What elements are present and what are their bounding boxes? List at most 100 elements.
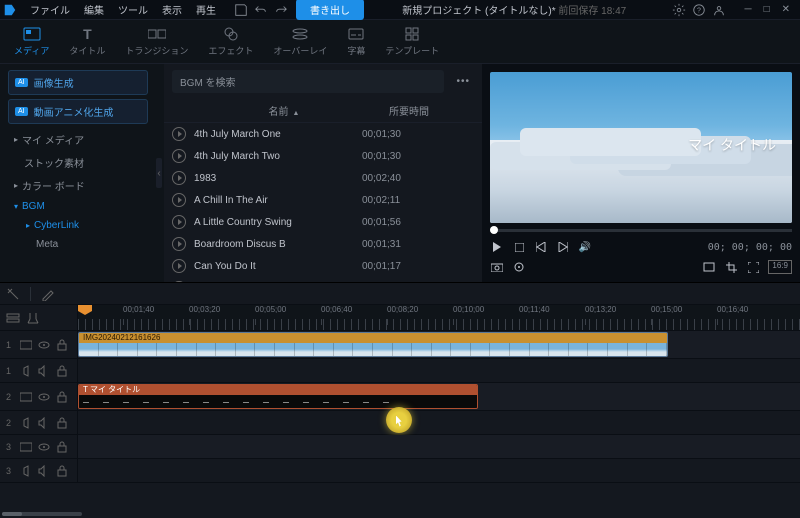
- menu-tool[interactable]: ツール: [112, 0, 154, 20]
- tab-media[interactable]: メディア: [8, 24, 55, 59]
- preview-scrubber[interactable]: [490, 229, 792, 232]
- clip-body: [79, 395, 477, 409]
- column-name[interactable]: 名前▲: [194, 103, 374, 118]
- tab-overlay[interactable]: オーバーレイ: [267, 24, 333, 59]
- account-icon[interactable]: [712, 3, 726, 17]
- volume-icon[interactable]: 🔊: [578, 240, 592, 254]
- export-button[interactable]: 書き出し: [296, 0, 364, 20]
- stop-button[interactable]: [512, 240, 526, 254]
- split-tool-icon[interactable]: [6, 287, 20, 301]
- redo-icon[interactable]: [274, 3, 288, 17]
- tab-subtitle[interactable]: 字幕: [341, 24, 371, 59]
- sidebar-item-stock[interactable]: ストック素材: [8, 151, 148, 174]
- video-clip[interactable]: IMG20240212161626: [78, 332, 668, 357]
- mute-icon[interactable]: [38, 365, 50, 377]
- more-options-button[interactable]: •••: [452, 76, 474, 87]
- track-body-1-audio[interactable]: [78, 359, 800, 382]
- play-icon[interactable]: [172, 237, 186, 251]
- search-input[interactable]: BGM を検索: [172, 70, 444, 93]
- sidebar-item-bgm[interactable]: ▾BGM: [8, 197, 148, 216]
- column-duration[interactable]: 所要時間: [374, 103, 444, 118]
- aspect-ratio-button[interactable]: 16:9: [768, 260, 792, 274]
- mute-icon[interactable]: [38, 465, 50, 477]
- track-head-1-video[interactable]: 1: [0, 331, 78, 358]
- menu-play[interactable]: 再生: [190, 0, 222, 20]
- list-item[interactable]: 198300;02;40: [164, 167, 482, 189]
- prev-frame-button[interactable]: [534, 240, 548, 254]
- lock-icon[interactable]: [56, 339, 68, 351]
- sidebar-item-cyberlink[interactable]: ▸CyberLink: [8, 216, 148, 235]
- play-button[interactable]: [490, 240, 504, 254]
- maximize-button[interactable]: □: [764, 4, 770, 15]
- track-body-3-video[interactable]: [78, 435, 800, 458]
- track-head-2-video[interactable]: 2: [0, 383, 78, 410]
- menu-edit[interactable]: 編集: [78, 0, 110, 20]
- snap-icon[interactable]: [26, 311, 40, 325]
- sidebar-item-my-media[interactable]: ▸マイ メディア: [8, 128, 148, 151]
- list-item[interactable]: A Chill In The Air00;02;11: [164, 189, 482, 211]
- next-frame-button[interactable]: [556, 240, 570, 254]
- preview-viewport[interactable]: マイ タイトル: [490, 72, 792, 223]
- menu-view[interactable]: 表示: [156, 0, 188, 20]
- visibility-icon[interactable]: [38, 339, 50, 351]
- ruler-mark: 00;15;00: [651, 305, 682, 314]
- sidebar-item-meta[interactable]: Meta: [8, 235, 148, 254]
- list-item[interactable]: Boardroom Discus B00;01;31: [164, 233, 482, 255]
- lock-icon[interactable]: [56, 417, 68, 429]
- minimize-button[interactable]: ─: [744, 4, 751, 15]
- play-icon[interactable]: [172, 127, 186, 141]
- fullscreen-icon[interactable]: [746, 260, 760, 274]
- cursor-highlight: [386, 407, 412, 433]
- list-item[interactable]: A Little Country Swing00;01;56: [164, 211, 482, 233]
- list-item[interactable]: Can You Do It00;01;17: [164, 255, 482, 277]
- mute-icon[interactable]: [38, 417, 50, 429]
- lock-icon[interactable]: [56, 441, 68, 453]
- lock-icon[interactable]: [56, 465, 68, 477]
- list-item[interactable]: 4th July March One00;01;30: [164, 123, 482, 145]
- play-icon[interactable]: [172, 193, 186, 207]
- fit-icon[interactable]: [702, 260, 716, 274]
- browser-list[interactable]: 4th July March One00;01;304th July March…: [164, 123, 482, 282]
- track-head-2-audio[interactable]: 2: [0, 411, 78, 434]
- lock-icon[interactable]: [56, 391, 68, 403]
- tab-title[interactable]: T タイトル: [63, 24, 111, 59]
- track-head-3-video[interactable]: 3: [0, 435, 78, 458]
- visibility-icon[interactable]: [38, 441, 50, 453]
- menu-file[interactable]: ファイル: [24, 0, 76, 20]
- play-icon[interactable]: [172, 171, 186, 185]
- list-item[interactable]: 4th July March Two00;01;30: [164, 145, 482, 167]
- play-icon[interactable]: [172, 281, 186, 282]
- tab-effect[interactable]: エフェクト: [202, 24, 259, 59]
- timeline-h-scrollbar[interactable]: [2, 512, 82, 516]
- tab-template[interactable]: テンプレート: [379, 24, 445, 59]
- track-head-3-audio[interactable]: 3: [0, 459, 78, 482]
- track-body-3-audio[interactable]: [78, 459, 800, 482]
- tab-transition[interactable]: トランジション: [119, 24, 194, 59]
- sidebar-item-colorboard[interactable]: ▸カラー ボード: [8, 174, 148, 197]
- track-body-1-video[interactable]: IMG20240212161626: [78, 331, 800, 358]
- timeline-view-icon[interactable]: [6, 311, 20, 325]
- sidebar-splitter[interactable]: [154, 64, 164, 282]
- track-head-1-audio[interactable]: 1: [0, 359, 78, 382]
- play-icon[interactable]: [172, 149, 186, 163]
- close-button[interactable]: ✕: [782, 4, 790, 15]
- save-icon[interactable]: [234, 3, 248, 17]
- list-item[interactable]: Capri Twist00;01;09: [164, 277, 482, 282]
- lock-icon[interactable]: [56, 365, 68, 377]
- snapshot-icon[interactable]: [490, 260, 504, 274]
- help-icon[interactable]: ?: [692, 3, 706, 17]
- edit-tool-icon[interactable]: [41, 287, 55, 301]
- visibility-icon[interactable]: [38, 391, 50, 403]
- track-body-2-audio[interactable]: [78, 411, 800, 434]
- play-icon[interactable]: [172, 215, 186, 229]
- settings-icon[interactable]: [672, 3, 686, 17]
- crop-icon[interactable]: [724, 260, 738, 274]
- title-clip[interactable]: T マイ タイトル: [78, 384, 478, 409]
- quality-icon[interactable]: [512, 260, 526, 274]
- play-icon[interactable]: [172, 259, 186, 273]
- timeline-ruler[interactable]: 00;01;4000;03;2000;05;0000;06;4000;08;20…: [78, 305, 800, 330]
- ai-video-anime-button[interactable]: AI 動画アニメ化生成: [8, 99, 148, 124]
- undo-icon[interactable]: [254, 3, 268, 17]
- ai-image-gen-button[interactable]: AI 画像生成: [8, 70, 148, 95]
- track-body-2-video[interactable]: T マイ タイトル: [78, 383, 800, 410]
